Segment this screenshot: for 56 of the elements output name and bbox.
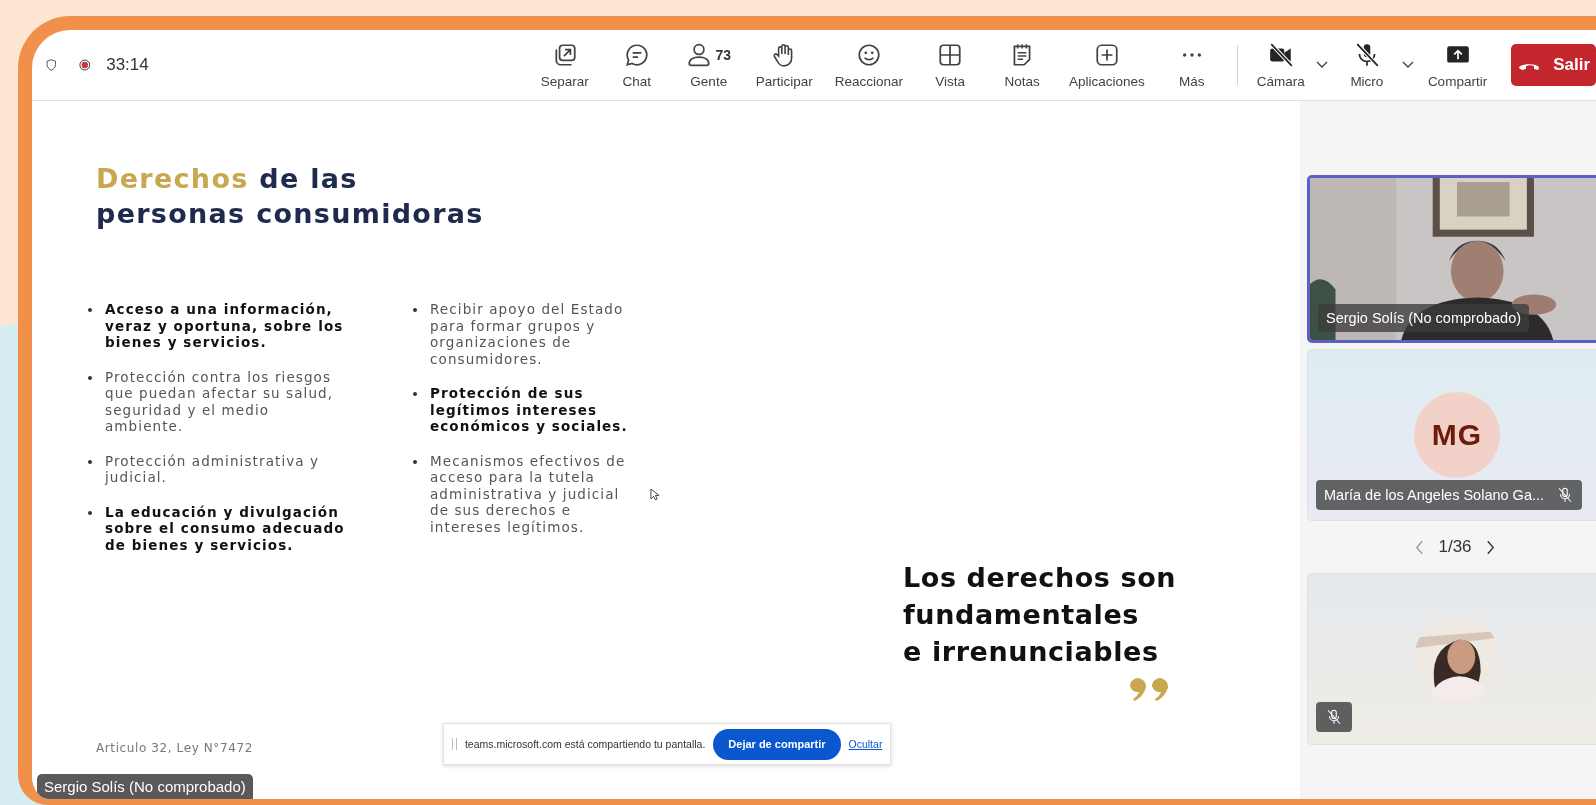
bullet-dot — [88, 375, 92, 380]
toolbar-button[interactable]: Participar — [749, 41, 819, 89]
caret-icon[interactable] — [1315, 61, 1328, 69]
stop-sharing-button[interactable]: Dejar de compartir — [713, 728, 841, 760]
avatar-initials: MG — [1414, 392, 1500, 478]
cursor-icon — [650, 488, 659, 501]
chat-icon — [623, 41, 650, 68]
caret-icon[interactable] — [1401, 61, 1414, 69]
participant-count: 73 — [715, 46, 732, 63]
toolbar-button[interactable]: Micro — [1335, 41, 1398, 89]
toolbar-button[interactable]: Vista — [919, 41, 982, 89]
bullet-dot — [413, 392, 417, 396]
next-page-icon[interactable] — [1485, 539, 1495, 555]
share-message: teams.microsoft.com está compartiendo tu pantalla. — [464, 738, 706, 750]
plus-icon — [1093, 41, 1120, 68]
quote-text: Los derechos son fundamentales e irrenunciables — [903, 561, 1177, 669]
bullet-text: Protección administrativa y judicial. — [105, 452, 321, 486]
drag-handle[interactable] — [451, 738, 457, 750]
meeting-timer: 33:14 — [106, 55, 149, 75]
bullet-text: Recibir apoyo del Estado para formar grupos y organizaciones de consumidores. — [430, 301, 625, 367]
presenter-name: Sergio Solís (No comprobado) — [37, 774, 253, 799]
bullet-dot — [413, 308, 417, 312]
hide-link[interactable]: Ocultar — [848, 738, 883, 750]
participant-tile[interactable] — [1307, 573, 1596, 745]
grid-icon — [937, 41, 964, 68]
slide-footer: Articulo 32, Ley N°7472 — [96, 741, 253, 755]
participant-tile[interactable]: Sergio Solís (No comprobado) — [1307, 175, 1596, 343]
bullet-text: Protección de sus legítimos intereses económicos y sociales. — [430, 385, 629, 435]
toolbar-button[interactable]: Cámara — [1249, 41, 1312, 89]
slide-title: Derechos de las personas consumidoras — [96, 162, 485, 231]
toolbar-button[interactable]: 73 Gente — [677, 41, 740, 89]
toolbar-button[interactable]: Aplicaciones — [1063, 41, 1151, 89]
person-icon — [686, 41, 713, 68]
bullet-text: Protección contra los riesgos que puedan afectar su salud, seguridad y el medio ambiente. — [105, 368, 335, 435]
bullet-dot — [88, 510, 92, 515]
page-indicator: 1/36 — [1438, 537, 1472, 557]
toolbar-button[interactable]: Notas — [991, 41, 1054, 89]
more-icon — [1181, 51, 1202, 58]
participant-name: Sergio Solís (No comprobado) — [1326, 310, 1522, 326]
toolbar-button[interactable]: Reaccionar — [828, 41, 910, 89]
bullet-dot — [88, 308, 92, 312]
bullet-dot — [413, 459, 417, 464]
toolbar-button[interactable]: Más — [1160, 41, 1223, 89]
bullet-text: Mecanismos efectivos de acceso para la tutela administrativa y judicial de sus derechos e intereses legítimos. — [430, 452, 627, 535]
toolbar-button[interactable]: Chat — [605, 41, 668, 89]
bullet-text: La educación y divulgación sobre el consumo adecuado de bienes y servicios. — [105, 503, 345, 553]
participant-name: María de los Angeles Solano Ga... — [1324, 487, 1545, 503]
leave-button[interactable]: Salir — [1511, 44, 1596, 86]
previous-page-icon[interactable] — [1415, 539, 1425, 555]
participant-tile[interactable]: MG María de los Angeles Solano Ga... — [1307, 349, 1596, 521]
bullet-dot — [88, 459, 92, 464]
smiley-icon — [855, 41, 882, 68]
bullet-text: Acceso a una información, veraz y oportuna, sobre los bienes y servicios. — [105, 301, 345, 351]
toolbar-button[interactable]: Compartir — [1421, 41, 1494, 89]
mic-off-icon — [1325, 708, 1343, 726]
toolbar-button[interactable]: Separar — [533, 41, 596, 89]
